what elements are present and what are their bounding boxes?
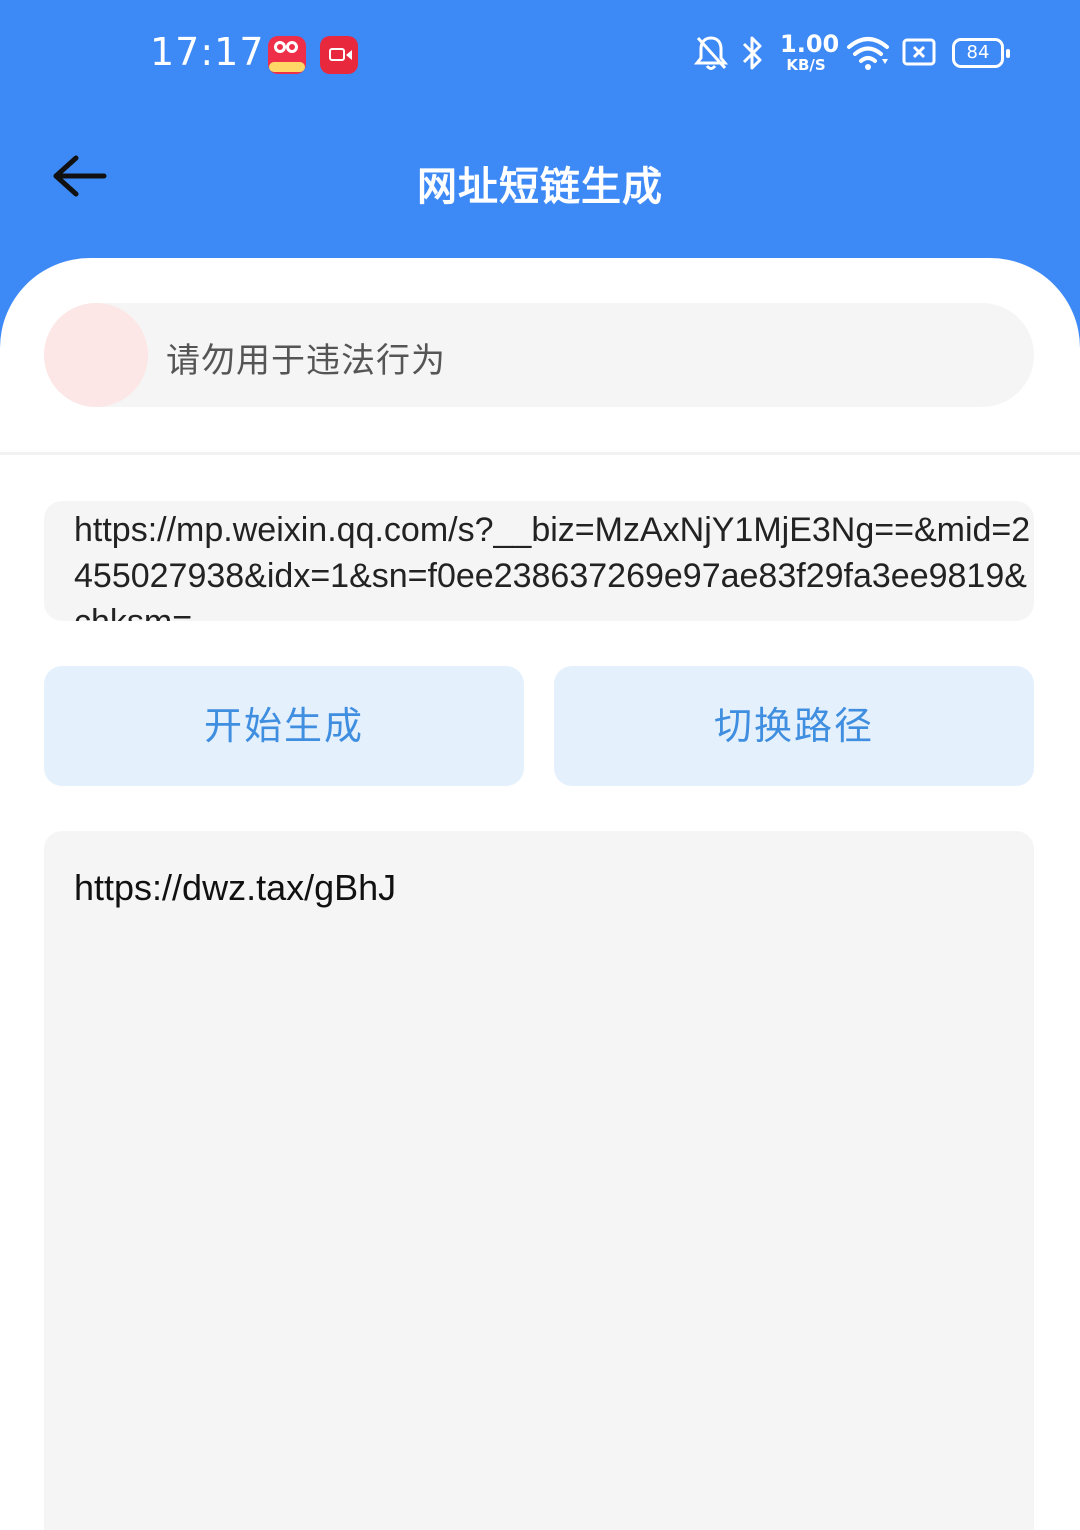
notice-bar: 请勿用于违法行为 [44, 303, 1034, 407]
generate-button[interactable]: 开始生成 [44, 666, 524, 786]
page-title: 网址短链生成 [417, 164, 663, 210]
content-sheet: 请勿用于违法行为 https://mp.weixin.qq.com/s?__bi… [0, 258, 1080, 1530]
url-input[interactable]: https://mp.weixin.qq.com/s?__biz=MzAxNjY… [44, 501, 1034, 621]
status-time: 17:17 [150, 30, 265, 74]
url-input-value: https://mp.weixin.qq.com/s?__biz=MzAxNjY… [74, 511, 1031, 621]
battery-icon: 84 [952, 38, 1010, 68]
sim-blocked-icon [902, 38, 936, 66]
switch-path-button[interactable]: 切换路径 [554, 666, 1034, 786]
bluetooth-icon [742, 36, 762, 70]
status-bar: 17:17 1.00 KB/S 84 [0, 0, 1080, 110]
network-speed-value: 1.00 [780, 30, 840, 58]
notice-indicator [44, 303, 148, 407]
screen-recorder-icon [320, 36, 358, 74]
kuaishou-icon [268, 36, 306, 74]
divider [0, 452, 1080, 455]
wifi-icon [847, 37, 889, 70]
network-speed: 1.00 KB/S [780, 30, 840, 74]
bell-muted-icon [694, 36, 728, 70]
network-speed-unit: KB/S [786, 56, 826, 74]
app-bar: 网址短链生成 [0, 110, 1080, 240]
result-output[interactable]: https://dwz.tax/gBhJ [44, 831, 1034, 1530]
result-url: https://dwz.tax/gBhJ [74, 867, 397, 908]
notice-text: 请勿用于违法行为 [166, 341, 446, 381]
